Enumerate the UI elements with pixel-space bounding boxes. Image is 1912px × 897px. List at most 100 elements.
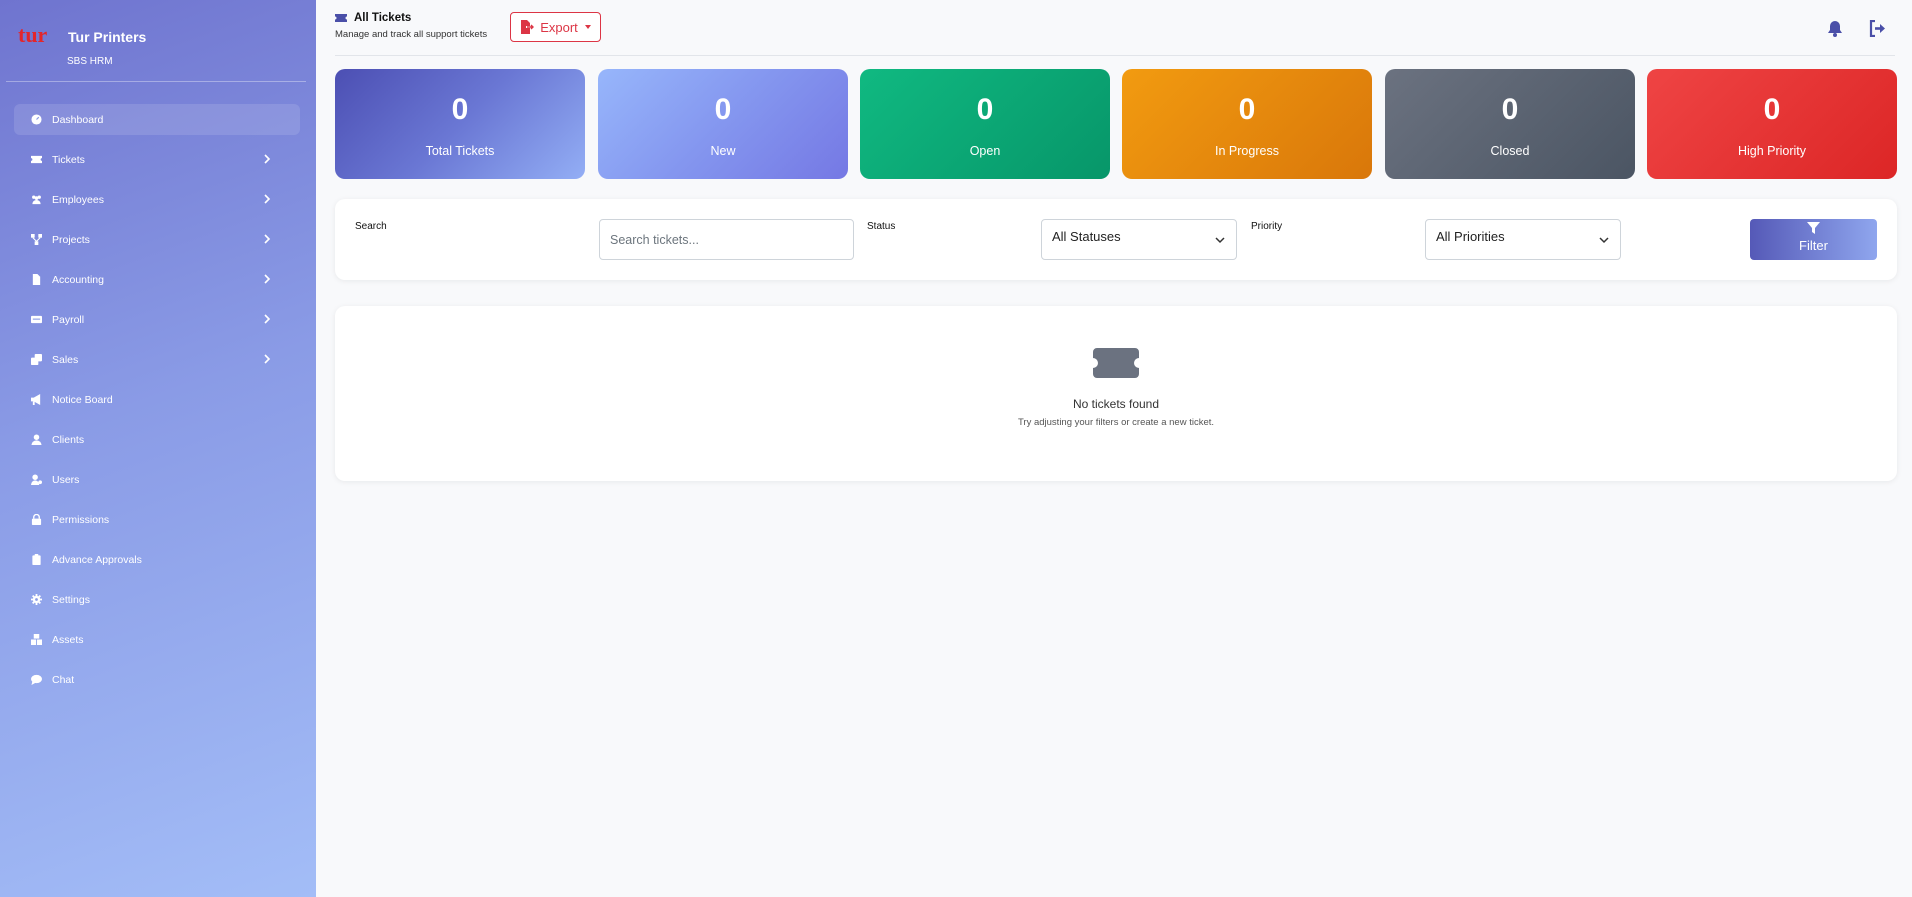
ticket-icon bbox=[30, 154, 42, 166]
status-select[interactable]: All Statuses bbox=[1041, 219, 1237, 260]
sidebar-item-label: Permissions bbox=[52, 513, 110, 526]
sidebar-item-label: Clients bbox=[52, 433, 85, 446]
money-icon bbox=[30, 314, 42, 326]
stat-label: Open bbox=[969, 144, 1001, 158]
sidebar-item-label: Payroll bbox=[52, 313, 85, 326]
sidebar-item-sales[interactable]: Sales bbox=[14, 344, 300, 375]
stat-card-new[interactable]: 0 New bbox=[598, 69, 848, 179]
sidebar-item-notice-board[interactable]: Notice Board bbox=[14, 384, 300, 415]
chevron-right-icon bbox=[262, 354, 272, 364]
sidebar-item-clients[interactable]: Clients bbox=[14, 424, 300, 455]
empty-state-subtitle: Try adjusting your filters or create a n… bbox=[1017, 417, 1215, 428]
stat-value: 0 bbox=[976, 93, 994, 126]
sidebar: tur Tur Printers SBS HRM Dashboard Ticke… bbox=[0, 0, 316, 897]
sidebar-item-employees[interactable]: Employees bbox=[14, 184, 300, 215]
sidebar-item-label: Dashboard bbox=[52, 113, 104, 126]
sidebar-item-payroll[interactable]: Payroll bbox=[14, 304, 300, 335]
stat-value: 0 bbox=[1238, 93, 1256, 126]
sidebar-item-label: Users bbox=[52, 473, 80, 486]
page-header: All Tickets Manage and track all support… bbox=[335, 0, 1895, 56]
stat-cards: 0 Total Tickets 0 New 0 Open 0 In Progre… bbox=[335, 69, 1897, 179]
page-title-text: All Tickets bbox=[354, 12, 412, 24]
chat-icon bbox=[30, 674, 42, 686]
user-gear-icon bbox=[30, 474, 42, 486]
export-label: Export bbox=[540, 19, 578, 35]
search-label: Search bbox=[355, 221, 387, 232]
sidebar-item-tickets[interactable]: Tickets bbox=[14, 144, 300, 175]
brand-name: Tur Printers bbox=[68, 29, 147, 45]
sidebar-item-label: Settings bbox=[52, 593, 90, 606]
brand[interactable]: tur Tur Printers SBS HRM bbox=[18, 22, 308, 74]
sidebar-item-label: Notice Board bbox=[52, 393, 113, 406]
chevron-right-icon bbox=[262, 194, 272, 204]
priority-select-value: All Priorities bbox=[1436, 229, 1505, 244]
stat-card-total[interactable]: 0 Total Tickets bbox=[335, 69, 585, 179]
sidebar-divider bbox=[6, 81, 306, 82]
stat-label: Closed bbox=[1490, 144, 1530, 158]
sidebar-item-label: Tickets bbox=[52, 153, 85, 166]
sidebar-item-projects[interactable]: Projects bbox=[14, 224, 300, 255]
export-button[interactable]: Export bbox=[510, 12, 601, 42]
copy-icon bbox=[30, 354, 42, 366]
sidebar-item-users[interactable]: Users bbox=[14, 464, 300, 495]
status-select-value: All Statuses bbox=[1052, 229, 1121, 244]
stat-label: In Progress bbox=[1215, 144, 1279, 158]
brand-logo: tur bbox=[18, 22, 48, 47]
filter-button[interactable]: Filter bbox=[1750, 219, 1877, 260]
file-export-icon bbox=[521, 20, 535, 34]
stat-value: 0 bbox=[451, 93, 469, 126]
project-icon bbox=[30, 234, 42, 246]
chevron-right-icon bbox=[262, 234, 272, 244]
sidebar-item-accounting[interactable]: Accounting bbox=[14, 264, 300, 295]
users-icon bbox=[30, 194, 42, 206]
sidebar-item-label: Chat bbox=[52, 673, 75, 686]
filter-panel: Search Status All Statuses Priority All … bbox=[335, 199, 1897, 280]
search-input[interactable] bbox=[599, 219, 854, 260]
tickets-list: No tickets found Try adjusting your filt… bbox=[335, 306, 1897, 481]
clipboard-icon bbox=[30, 554, 42, 566]
stat-label: New bbox=[710, 144, 736, 158]
dashboard-icon bbox=[30, 114, 42, 126]
chevron-right-icon bbox=[262, 274, 272, 284]
sidebar-item-chat[interactable]: Chat bbox=[14, 664, 300, 695]
svg-text:tur: tur bbox=[18, 22, 48, 47]
stat-card-closed[interactable]: 0 Closed bbox=[1385, 69, 1635, 179]
sidebar-nav: Dashboard Tickets Employees Projects Acc… bbox=[14, 104, 300, 704]
megaphone-icon bbox=[30, 394, 42, 406]
lock-icon bbox=[30, 514, 42, 526]
chevron-down-icon bbox=[1215, 237, 1225, 244]
stat-card-open[interactable]: 0 Open bbox=[860, 69, 1110, 179]
priority-label: Priority bbox=[1251, 221, 1283, 232]
sidebar-item-advance-approvals[interactable]: Advance Approvals bbox=[14, 544, 300, 575]
document-icon bbox=[30, 274, 42, 286]
status-label: Status bbox=[867, 221, 896, 232]
stat-value: 0 bbox=[714, 93, 732, 126]
sidebar-item-label: Projects bbox=[52, 233, 90, 246]
bell-icon[interactable] bbox=[1827, 20, 1843, 37]
funnel-icon bbox=[1807, 222, 1820, 234]
sidebar-item-dashboard[interactable]: Dashboard bbox=[14, 104, 300, 135]
priority-select[interactable]: All Priorities bbox=[1425, 219, 1621, 260]
sidebar-item-assets[interactable]: Assets bbox=[14, 624, 300, 655]
stat-card-high-priority[interactable]: 0 High Priority bbox=[1647, 69, 1897, 179]
boxes-icon bbox=[30, 634, 42, 646]
empty-state-title: No tickets found bbox=[1072, 397, 1160, 411]
logout-icon[interactable] bbox=[1869, 20, 1886, 37]
sidebar-item-label: Employees bbox=[52, 193, 104, 206]
sidebar-item-permissions[interactable]: Permissions bbox=[14, 504, 300, 535]
ticket-icon bbox=[335, 14, 347, 22]
sidebar-item-settings[interactable]: Settings bbox=[14, 584, 300, 615]
gear-icon bbox=[30, 594, 42, 606]
page-subtitle: Manage and track all support tickets bbox=[335, 29, 488, 40]
stat-label: Total Tickets bbox=[425, 144, 495, 158]
sidebar-item-label: Advance Approvals bbox=[52, 553, 142, 566]
stat-value: 0 bbox=[1763, 93, 1781, 126]
sidebar-item-label: Assets bbox=[52, 633, 84, 646]
ticket-icon bbox=[1093, 348, 1139, 378]
chevron-down-icon bbox=[1599, 237, 1609, 244]
filter-button-label: Filter bbox=[1799, 238, 1828, 253]
chevron-right-icon bbox=[262, 314, 272, 324]
user-icon bbox=[30, 434, 42, 446]
sidebar-item-label: Accounting bbox=[52, 273, 104, 286]
stat-card-in-progress[interactable]: 0 In Progress bbox=[1122, 69, 1372, 179]
